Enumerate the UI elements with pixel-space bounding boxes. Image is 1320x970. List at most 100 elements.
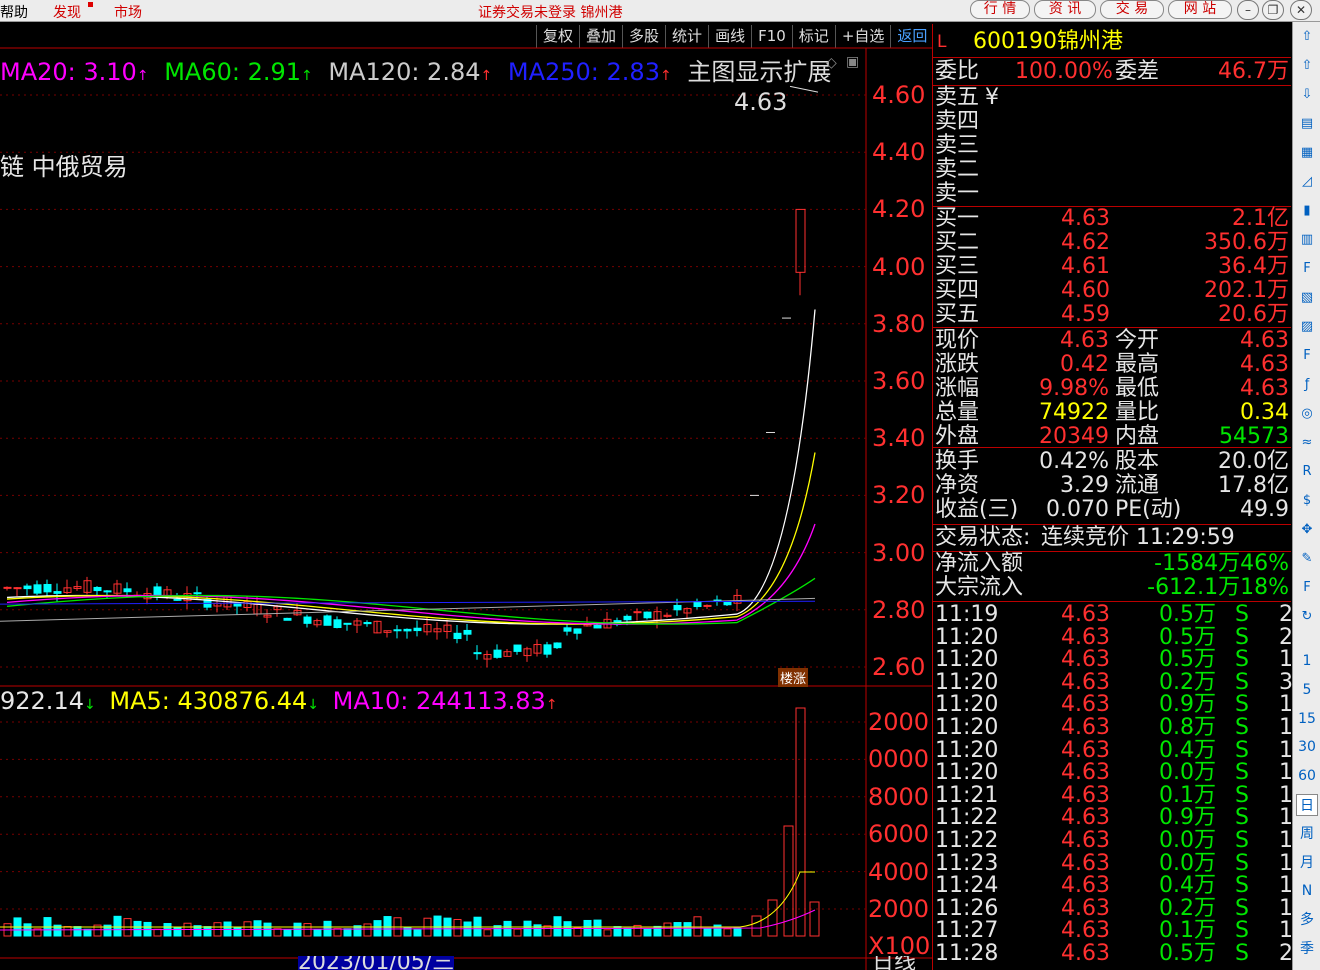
candle-body (623, 615, 632, 621)
up-arrow-icon[interactable]: ⇧ (1296, 26, 1318, 48)
volume-bar (203, 926, 212, 937)
nav-website-button[interactable]: 网 站 (1168, 0, 1232, 19)
pen-icon[interactable]: ✎ (1296, 548, 1318, 570)
period-button[interactable]: 周 (1296, 823, 1318, 845)
f12-icon[interactable]: F (1296, 345, 1318, 367)
stat-row: 涨幅 9.98% 最低 4.63 (933, 377, 1291, 401)
nav-news-button[interactable]: 资 讯 (1034, 0, 1096, 19)
volume-bar (363, 923, 372, 937)
tick-row: 11:20 4.63 0.5万 S 2 (933, 624, 1293, 650)
volume-bar (643, 928, 652, 937)
candle-body (153, 586, 162, 597)
menu-discover[interactable]: 发现 (53, 2, 81, 22)
minimize-icon[interactable]: – (1237, 0, 1259, 20)
volume-bar (573, 927, 582, 937)
menu-help[interactable]: 帮助 (0, 2, 28, 22)
grid-icon[interactable]: ▦ (1296, 142, 1318, 164)
ask-level-label: 卖五 (935, 85, 980, 110)
wave-icon[interactable]: ≈ (1296, 432, 1318, 454)
volume-bar (733, 927, 742, 937)
fund-label: 流通 (1115, 473, 1160, 498)
nav-quotes-button[interactable]: 行 情 (970, 0, 1030, 19)
tick-price: 4.63 (1061, 692, 1110, 718)
line-chart-icon[interactable]: ◿ (1296, 171, 1318, 193)
period-button[interactable]: 多 (1296, 909, 1318, 931)
period-button[interactable]: 月 (1296, 852, 1318, 874)
panel-toggle-icon[interactable]: ▣ (846, 54, 859, 70)
diamond-icon[interactable]: ◇ (826, 55, 837, 71)
news-icon[interactable]: ▨ (1296, 316, 1318, 338)
period-button[interactable]: 60 (1296, 765, 1318, 787)
bid-volume: 350.6万 (1204, 230, 1289, 255)
f10-icon[interactable]: F (1296, 258, 1318, 280)
volume-bar (273, 928, 282, 937)
bid-level-label: 买一 (935, 206, 980, 231)
tick-side: S (1235, 782, 1249, 808)
volume-bar (603, 929, 612, 937)
period-button[interactable]: N (1296, 880, 1318, 902)
f5-icon[interactable]: F (1296, 577, 1318, 599)
volume-bar (703, 928, 712, 937)
candle-body (703, 604, 712, 607)
move-icon[interactable]: ✥ (1296, 519, 1318, 541)
tick-time: 11:28 (935, 941, 999, 966)
volume-axis-label: 6000 (868, 820, 930, 849)
nav-trade-button[interactable]: 交 易 (1100, 0, 1164, 19)
price-axis-label: 4.00 (872, 252, 926, 281)
tick-row: 11:28 4.63 0.5万 S 2 (933, 941, 1293, 966)
list-icon[interactable]: ▤ (1296, 113, 1318, 135)
dollar-icon[interactable]: $ (1296, 490, 1318, 512)
price-axis-label: 2.60 (872, 653, 926, 681)
ask-row: 卖二 (933, 158, 1291, 182)
volume-value: 922.14 (0, 687, 84, 715)
book-icon[interactable]: ▥ (1296, 229, 1318, 251)
volume-bar (795, 707, 806, 937)
tick-side: S (1235, 737, 1249, 763)
tick-volume: 0.5万 (1159, 624, 1216, 650)
market-flag: L (937, 32, 947, 52)
period-button[interactable]: 季 (1296, 938, 1318, 960)
period-button[interactable]: 30 (1296, 736, 1318, 758)
ma5-line (6, 309, 816, 625)
fx-icon[interactable]: ƒ (1296, 374, 1318, 396)
volume-bar (433, 915, 442, 937)
volume-axis-label: 8000 (868, 782, 930, 811)
tick-volume: 0.8万 (1159, 715, 1216, 740)
restore-icon[interactable]: ❐ (1262, 0, 1284, 20)
bid-price: 4.60 (1061, 278, 1110, 303)
volume-bar (453, 918, 462, 937)
candle-icon[interactable]: ▮ (1296, 200, 1318, 222)
menu-market[interactable]: 市场 (114, 2, 142, 22)
stat-label: 涨跌 (935, 352, 980, 377)
period-button[interactable]: 日 (1296, 794, 1318, 816)
period-button[interactable]: 1 (1296, 650, 1318, 672)
refresh-icon[interactable]: ↻ (1296, 606, 1318, 628)
up-arrow-icon[interactable]: ⇧ (1296, 55, 1318, 77)
ask-price: ¥ (985, 85, 999, 110)
circle-icon[interactable]: ◎ (1296, 403, 1318, 425)
bid-row: 买五 4.59 20.6万 (933, 303, 1291, 327)
stat-label: 最高 (1115, 352, 1160, 377)
period-label[interactable]: 日线 (872, 956, 916, 970)
building-icon[interactable]: ▧ (1296, 287, 1318, 309)
candle-body (453, 632, 462, 640)
tick-side: S (1235, 828, 1249, 853)
period-button[interactable]: 15 (1296, 708, 1318, 730)
fund-value: 49.9 (1240, 497, 1289, 522)
tick-price: 4.63 (1061, 715, 1110, 740)
fund-label: 股本 (1115, 449, 1160, 474)
stat-value: 20349 (1039, 424, 1109, 449)
period-button[interactable]: 5 (1296, 679, 1318, 701)
close-icon[interactable]: ✕ (1290, 0, 1312, 20)
candle-body (493, 649, 502, 658)
volume-bar (683, 922, 692, 937)
stat-value: 4.63 (1240, 352, 1289, 377)
date-label: 2023/01/05/三 (298, 956, 455, 970)
rsi-icon[interactable]: R (1296, 461, 1318, 483)
tick-count: 1 (1279, 828, 1293, 853)
down-arrow-icon[interactable]: ⇩ (1296, 84, 1318, 106)
main-chart-extension[interactable]: 主图显示扩展 (687, 58, 831, 86)
tick-volume: 0.0万 (1159, 760, 1216, 786)
kline-chart[interactable] (0, 22, 932, 970)
tick-price: 4.63 (1061, 669, 1110, 695)
